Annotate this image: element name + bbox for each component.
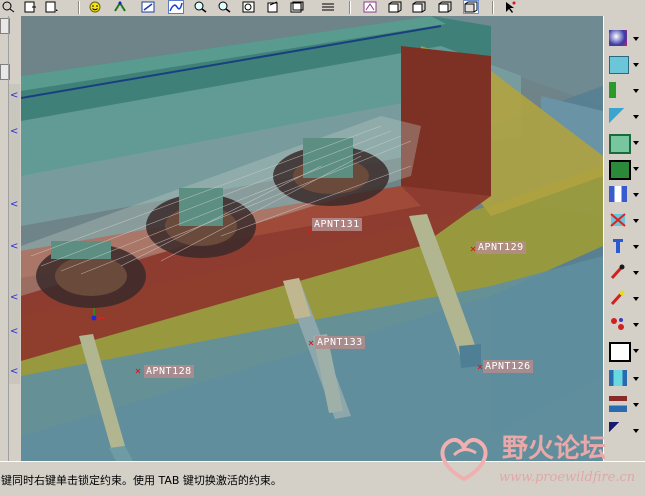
model-tree-icon[interactable]	[362, 0, 378, 14]
ejector-pin-icon[interactable]	[607, 236, 629, 256]
extract-icon[interactable]	[607, 184, 629, 204]
datum-point-label[interactable]: APNT129	[476, 241, 526, 254]
orient-icon[interactable]	[265, 0, 281, 14]
drawing-icon[interactable]	[607, 420, 629, 440]
zoom-fit-icon[interactable]	[0, 0, 16, 14]
fill-icon[interactable]	[607, 314, 629, 334]
water-line-icon[interactable]	[607, 262, 629, 282]
main-toolbar	[0, 0, 645, 17]
watermark-title: 野火论坛	[502, 434, 607, 464]
datum-point-label[interactable]: APNT133	[315, 336, 365, 349]
volume-split-icon[interactable]	[607, 158, 631, 180]
open-mold-icon[interactable]	[607, 368, 629, 388]
spin-icon[interactable]	[112, 0, 128, 14]
gate-icon[interactable]	[607, 106, 629, 126]
left-marker-2: <	[10, 126, 19, 137]
watermark-url: www.proewildfire.cn	[499, 470, 636, 485]
left-marker-6: <	[10, 326, 19, 337]
view-icon[interactable]	[22, 0, 38, 14]
datum-curve-icon[interactable]	[168, 0, 184, 14]
zoom-in-icon[interactable]	[192, 0, 208, 14]
mold-assembly-render	[21, 16, 603, 461]
left-panel-strip: < < < < < < <	[0, 16, 21, 461]
datum-display-icon[interactable]	[387, 0, 403, 14]
site-logo-icon	[440, 438, 488, 482]
smiley-icon[interactable]	[87, 0, 103, 14]
status-message: 键同时右键单击锁定约束。使用 TAB 键切换激活的约束。	[1, 474, 282, 487]
left-marker-1: <	[10, 90, 19, 101]
mold-cavity-icon[interactable]	[607, 28, 629, 48]
no-hidden-icon[interactable]	[437, 0, 453, 14]
delete-component-icon[interactable]	[607, 210, 629, 230]
datum-point-label[interactable]: APNT131	[312, 218, 362, 231]
mold-base-icon[interactable]	[607, 340, 631, 362]
zoom-out-icon[interactable]	[216, 0, 232, 14]
mold-toolbar	[603, 16, 645, 461]
shaded-icon[interactable]	[463, 0, 479, 14]
left-panel-divider	[8, 16, 9, 461]
left-marker-3: <	[10, 199, 19, 210]
sprue-icon[interactable]	[607, 288, 629, 308]
datum-point-label[interactable]: APNT128	[144, 365, 194, 378]
shade-icon[interactable]	[140, 0, 156, 14]
datum-point-label[interactable]: APNT126	[483, 360, 533, 373]
view-menu-icon[interactable]	[44, 0, 60, 14]
refit-icon[interactable]	[241, 0, 257, 14]
hidden-line-icon[interactable]	[411, 0, 427, 14]
select-arrow-icon[interactable]	[502, 0, 518, 14]
mold-layout-icon[interactable]	[607, 54, 629, 74]
left-marker-7: <	[10, 366, 19, 377]
assembly-icon[interactable]	[607, 394, 629, 414]
parting-surface-icon[interactable]	[607, 132, 631, 154]
runner-icon[interactable]	[607, 80, 629, 100]
left-marker-5: <	[10, 292, 19, 303]
layers-icon[interactable]	[320, 0, 336, 14]
graphics-viewport[interactable]: APNT131 APNT129 APNT133 APNT128 APNT126	[21, 16, 603, 461]
saved-views-icon[interactable]	[289, 0, 305, 14]
left-marker-4: <	[10, 241, 19, 252]
